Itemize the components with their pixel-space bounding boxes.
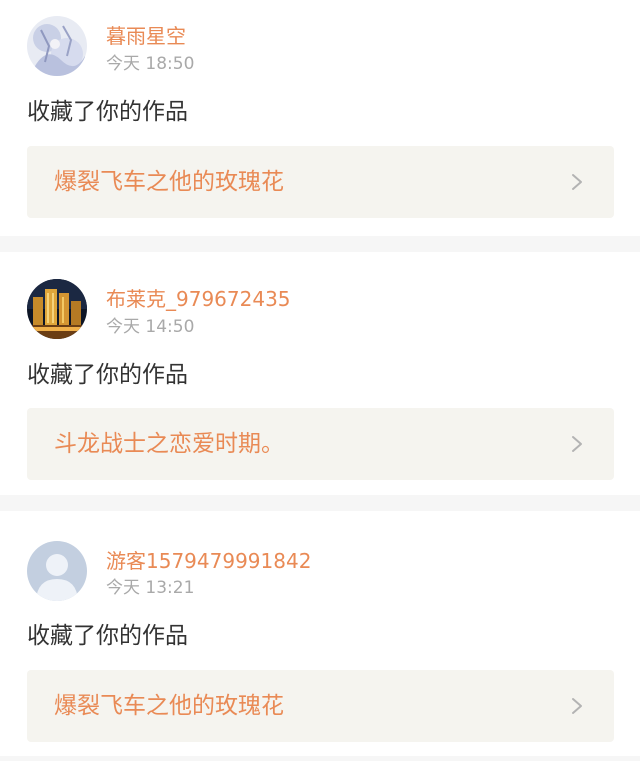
user-avatar[interactable] xyxy=(27,16,87,76)
anime-illustration-avatar-icon xyxy=(27,16,87,76)
notification-card: 暮雨星空 今天 18:50 收藏了你的作品 爆裂飞车之他的玫瑰花 xyxy=(0,0,640,236)
action-text: 收藏了你的作品 xyxy=(27,362,188,388)
user-avatar[interactable] xyxy=(27,541,87,601)
action-text: 收藏了你的作品 xyxy=(27,99,188,125)
work-title: 爆裂飞车之他的玫瑰花 xyxy=(54,169,284,195)
work-link[interactable]: 爆裂飞车之他的玫瑰花 xyxy=(27,146,614,218)
card-separator xyxy=(0,495,640,511)
chevron-right-icon xyxy=(572,174,582,190)
username[interactable]: 游客1579479991842 xyxy=(106,549,311,573)
chevron-right-icon xyxy=(572,698,582,714)
work-link[interactable]: 爆裂飞车之他的玫瑰花 xyxy=(27,670,614,742)
default-user-avatar-icon xyxy=(27,541,87,601)
card-separator xyxy=(0,236,640,252)
username[interactable]: 布莱克_979672435 xyxy=(106,287,291,311)
username[interactable]: 暮雨星空 xyxy=(106,24,186,48)
chevron-right-icon xyxy=(572,436,582,452)
timestamp: 今天 18:50 xyxy=(106,54,195,74)
card-separator xyxy=(0,756,640,761)
work-title: 爆裂飞车之他的玫瑰花 xyxy=(54,693,284,719)
timestamp: 今天 14:50 xyxy=(106,317,195,337)
night-city-photo-avatar-icon xyxy=(27,279,87,339)
user-avatar[interactable] xyxy=(27,279,87,339)
work-title: 斗龙战士之恋爱时期。 xyxy=(54,431,284,457)
work-link[interactable]: 斗龙战士之恋爱时期。 xyxy=(27,408,614,480)
notification-card: 布莱克_979672435 今天 14:50 收藏了你的作品 斗龙战士之恋爱时期… xyxy=(0,252,640,495)
timestamp: 今天 13:21 xyxy=(106,578,195,598)
action-text: 收藏了你的作品 xyxy=(27,623,188,649)
notification-card: 游客1579479991842 今天 13:21 收藏了你的作品 爆裂飞车之他的… xyxy=(0,511,640,756)
